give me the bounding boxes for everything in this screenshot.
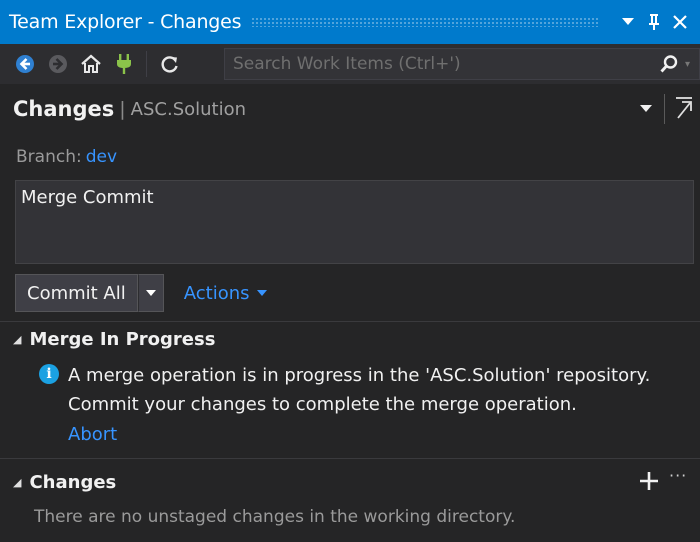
back-icon[interactable] <box>10 49 40 79</box>
branch-label: Branch: <box>16 147 82 167</box>
abort-merge-link[interactable]: Abort <box>68 424 117 445</box>
toolbar: ▾ <box>0 44 700 84</box>
repository-name: ASC.Solution <box>130 98 247 120</box>
branch-link[interactable]: dev <box>86 147 117 167</box>
commit-actions-row: Commit All Actions <box>15 274 267 312</box>
page-header: Changes | ASC.Solution <box>0 84 700 134</box>
branch-info: Branch: dev <box>16 147 117 167</box>
actions-chevron-down-icon <box>256 288 267 299</box>
search-box: ▾ <box>224 48 700 80</box>
changes-section-header[interactable]: ◢ Changes <box>13 472 116 493</box>
close-icon[interactable] <box>668 7 692 37</box>
search-input[interactable] <box>225 49 653 79</box>
refresh-icon[interactable] <box>155 49 185 79</box>
search-icon[interactable] <box>653 49 685 79</box>
empty-changes-message: There are no unstaged changes in the wor… <box>34 507 516 527</box>
actions-label: Actions <box>183 282 250 304</box>
search-options-dropdown-icon[interactable]: ▾ <box>685 59 699 70</box>
title-separator: | <box>119 98 126 120</box>
section-divider <box>0 458 700 459</box>
forward-icon[interactable] <box>43 49 73 79</box>
section-divider <box>0 321 700 322</box>
title-bar: Team Explorer - Changes <box>0 0 700 44</box>
toolbar-separator <box>146 51 147 77</box>
merge-notice: i A merge operation is in progress in th… <box>39 361 650 419</box>
merge-notice-line-1: A merge operation is in progress in the … <box>68 365 651 386</box>
connect-icon[interactable] <box>109 49 139 79</box>
changes-section-title: Changes <box>29 472 117 493</box>
more-options-icon[interactable]: ··· <box>669 466 687 485</box>
collapse-triangle-icon: ◢ <box>13 476 22 489</box>
window-menu-dropdown-icon[interactable] <box>616 7 640 37</box>
merge-section-title: Merge In Progress <box>29 329 216 350</box>
info-icon: i <box>39 364 59 384</box>
stage-all-plus-icon[interactable] <box>637 468 661 494</box>
collapse-triangle-icon: ◢ <box>13 333 22 346</box>
pop-out-icon[interactable] <box>670 92 698 124</box>
merge-section-header[interactable]: ◢ Merge In Progress <box>13 329 215 350</box>
merge-notice-line-2: Commit your changes to complete the merg… <box>68 394 577 415</box>
navigation-dropdown-icon[interactable] <box>636 97 656 121</box>
pin-icon[interactable] <box>642 7 666 37</box>
home-icon[interactable] <box>76 49 106 79</box>
actions-menu[interactable]: Actions <box>184 283 267 304</box>
commit-options-dropdown-icon[interactable] <box>137 274 164 312</box>
merge-notice-text: A merge operation is in progress in the … <box>68 361 650 419</box>
commit-message-input[interactable] <box>15 180 694 264</box>
commit-all-button[interactable]: Commit All <box>15 274 138 312</box>
title-bar-grip[interactable] <box>251 17 600 27</box>
window-title: Team Explorer - Changes <box>9 11 242 33</box>
page-title[interactable]: Changes <box>13 97 114 121</box>
header-divider <box>664 94 665 124</box>
